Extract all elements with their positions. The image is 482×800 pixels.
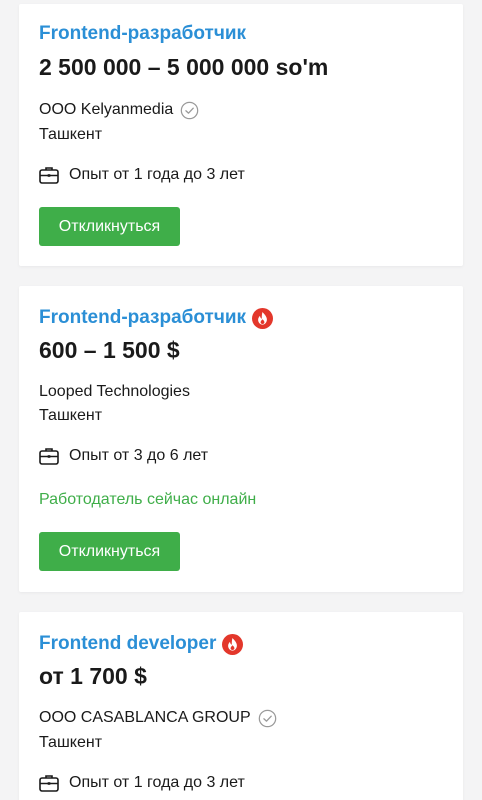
briefcase-icon	[39, 775, 59, 792]
check-circle-icon	[180, 101, 199, 119]
experience: Опыт от 3 до 6 лет	[69, 447, 209, 464]
vacancy-title-link[interactable]: Frontend developer	[39, 632, 216, 656]
salary: 2 500 000 – 5 000 000 so'm	[39, 54, 329, 80]
vacancy-card: Frontend-разработчик 2 500 000 – 5 000 0…	[19, 4, 463, 266]
experience: Опыт от 1 года до 3 лет	[69, 774, 245, 791]
vacancy-title-link[interactable]: Frontend-разработчик	[39, 306, 246, 330]
salary: 600 – 1 500 $	[39, 337, 180, 363]
flame-icon	[222, 633, 244, 655]
vacancy-title-link[interactable]: Frontend-разработчик	[39, 22, 246, 46]
company-name[interactable]: Looped Technologies	[39, 381, 190, 403]
vacancy-feed: Frontend-разработчик 2 500 000 – 5 000 0…	[0, 0, 482, 800]
company-name[interactable]: ООО Kelyanmedia	[39, 99, 173, 121]
flame-icon	[252, 307, 274, 329]
city: Ташкент	[39, 126, 103, 143]
apply-button[interactable]: Откликнуться	[39, 532, 180, 571]
city: Ташкент	[39, 407, 103, 424]
salary: от 1 700 $	[39, 663, 147, 689]
vacancy-card: Frontend-разработчик 600 – 1 500 $ Loope…	[19, 286, 463, 592]
check-circle-icon	[258, 709, 276, 727]
apply-button[interactable]: Откликнуться	[39, 207, 180, 246]
vacancy-card: Frontend developer от 1 700 $ ООО CASABL…	[19, 612, 463, 800]
experience: Опыт от 1 года до 3 лет	[69, 166, 245, 183]
briefcase-icon	[39, 448, 59, 465]
company-name[interactable]: ООО CASABLANCA GROUP	[39, 707, 251, 729]
city: Ташкент	[39, 734, 103, 751]
employer-online-status: Работодатель сейчас онлайн	[39, 491, 257, 508]
briefcase-icon	[39, 167, 59, 184]
